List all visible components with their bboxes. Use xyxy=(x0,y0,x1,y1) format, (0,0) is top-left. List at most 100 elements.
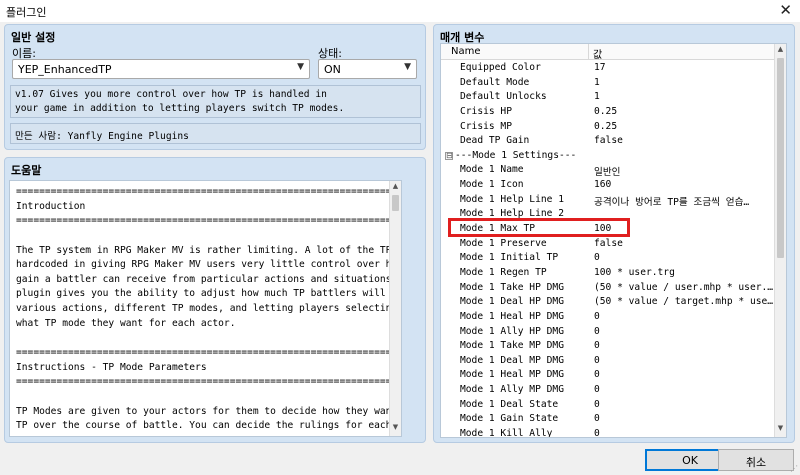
param-value: 0 xyxy=(594,398,600,410)
param-name: Mode 1 Icon xyxy=(460,179,524,191)
param-name: Mode 1 Name xyxy=(460,164,524,176)
param-value: 100 * user.trg xyxy=(594,266,675,278)
param-name: Mode 1 Deal HP DMG xyxy=(460,296,564,308)
param-name: Mode 1 Heal HP DMG xyxy=(460,310,564,322)
parameters-table[interactable]: Name 값 Equipped Color 17 Default Mode 1 Defa… xyxy=(440,43,787,438)
param-name: Dead TP Gain xyxy=(460,135,530,147)
table-row[interactable]: Mode 1 Regen TP 100 * user.trg xyxy=(441,266,776,281)
param-name: Default Unlocks xyxy=(460,91,547,103)
param-value: 공격이나 방어로 TP를 조금씩 얻습… xyxy=(594,196,750,208)
window-title: 플러그인 xyxy=(6,6,47,19)
scroll-up-icon[interactable]: ▲ xyxy=(775,45,786,57)
table-row[interactable]: Dead TP Gain false xyxy=(441,134,776,149)
help-line xyxy=(16,229,391,244)
help-line: ========================================… xyxy=(16,347,402,359)
highlight-box xyxy=(448,218,630,237)
help-line: gain a battler can receive from particul… xyxy=(16,273,402,285)
scroll-thumb[interactable] xyxy=(392,195,399,211)
table-row[interactable]: Mode 1 Initial TP 0 xyxy=(441,251,776,266)
param-name: Mode 1 Deal MP DMG xyxy=(460,354,564,366)
plugin-name-dropdown[interactable]: YEP_EnhancedTP ▼ xyxy=(12,59,310,79)
table-row[interactable]: Mode 1 Deal MP DMG 0 xyxy=(441,354,776,369)
table-row[interactable]: Mode 1 Gain State 0 xyxy=(441,412,776,427)
param-value: false xyxy=(594,135,623,147)
param-name: Mode 1 Deal State xyxy=(460,398,559,410)
param-name: Crisis HP xyxy=(460,105,512,117)
param-name: Mode 1 Preserve xyxy=(460,237,547,249)
table-row[interactable]: Default Unlocks 1 xyxy=(441,90,776,105)
table-row[interactable]: Crisis HP 0.25 xyxy=(441,105,776,120)
table-row[interactable]: Mode 1 Ally HP DMG 0 xyxy=(441,325,776,340)
param-value: 0 xyxy=(594,354,600,366)
param-name: Mode 1 Take HP DMG xyxy=(460,281,564,293)
table-row[interactable]: Mode 1 Deal State 0 xyxy=(441,398,776,413)
param-name: Default Mode xyxy=(460,76,530,88)
table-header: Name 값 xyxy=(441,44,776,61)
collapse-toggle-icon[interactable]: ⊟ xyxy=(445,151,453,160)
param-value: 0 xyxy=(594,340,600,352)
help-line: TP Modes are given to your actors for th… xyxy=(16,405,402,417)
help-line: ========================================… xyxy=(16,215,402,227)
param-value: 1 xyxy=(594,91,600,103)
param-name: Mode 1 Kill Ally xyxy=(460,428,553,438)
help-line xyxy=(16,434,391,436)
chevron-down-icon: ▼ xyxy=(297,62,304,72)
table-row[interactable]: Mode 1 Heal MP DMG 0 xyxy=(441,368,776,383)
help-line: what TP mode they want for each actor. xyxy=(16,317,236,329)
author-text: 만든 사람: Yanfly Engine Plugins xyxy=(15,131,189,142)
param-value: 0.25 xyxy=(594,105,618,117)
scroll-down-icon[interactable]: ▼ xyxy=(390,423,401,435)
help-line: ========================================… xyxy=(16,186,402,197)
param-value: 0.25 xyxy=(594,120,618,132)
help-line: Instructions - TP Mode Parameters xyxy=(16,361,207,373)
param-name: Mode 1 Take MP DMG xyxy=(460,340,564,352)
table-row[interactable]: Mode 1 Take MP DMG 0 xyxy=(441,339,776,354)
description-line-2: your game in addition to letting players… xyxy=(15,103,345,114)
chevron-down-icon: ▼ xyxy=(404,62,411,72)
table-row[interactable]: ⊟ ---Mode 1 Settings--- xyxy=(441,149,776,164)
param-name: ---Mode 1 Settings--- xyxy=(455,149,577,161)
table-row[interactable]: Mode 1 Take HP DMG (50 * value / user.mhp… xyxy=(441,281,776,296)
help-line: hardcoded in giving RPG Maker MV users v… xyxy=(16,259,401,271)
scroll-down-icon[interactable]: ▼ xyxy=(775,424,786,436)
resize-grip-icon[interactable]: ⋰ xyxy=(790,464,798,473)
column-header-value[interactable]: 값 xyxy=(593,46,602,61)
help-line: ========================================… xyxy=(16,376,402,388)
scroll-thumb[interactable] xyxy=(777,58,784,258)
param-value: 160 xyxy=(594,179,612,191)
table-row[interactable]: Mode 1 Deal HP DMG (50 * value / target.m… xyxy=(441,295,776,310)
column-header-name[interactable]: Name xyxy=(451,46,481,57)
table-row[interactable]: Mode 1 Kill Ally 0 xyxy=(441,427,776,438)
table-row[interactable]: Default Mode 1 xyxy=(441,76,776,91)
table-row[interactable]: Mode 1 Name 일반인 xyxy=(441,163,776,178)
param-value: 0 xyxy=(594,325,600,337)
param-value: (50 * value / user.mhp * user.tcr)… xyxy=(594,281,774,293)
table-row[interactable]: Mode 1 Ally MP DMG 0 xyxy=(441,383,776,398)
param-value: 0 xyxy=(594,384,600,396)
table-row[interactable]: Crisis MP 0.25 xyxy=(441,120,776,135)
table-row[interactable]: Mode 1 Help Line 1 공격이나 방어로 TP를 조금씩 얻습… xyxy=(441,193,776,208)
scroll-up-icon[interactable]: ▲ xyxy=(390,182,401,194)
param-name: Mode 1 Regen TP xyxy=(460,266,547,278)
param-value: false xyxy=(594,237,623,249)
general-settings-panel: 일반 설정 이름: 상태: YEP_EnhancedTP ▼ ON ▼ v1.0… xyxy=(4,24,426,150)
column-divider[interactable] xyxy=(588,44,589,60)
param-value: 1 xyxy=(594,76,600,88)
table-row[interactable]: Mode 1 Preserve false xyxy=(441,237,776,252)
author-box: 만든 사람: Yanfly Engine Plugins xyxy=(10,123,421,144)
help-scrollbar[interactable]: ▲ ▼ xyxy=(389,181,401,436)
param-value: 0 xyxy=(594,413,600,425)
param-name: Mode 1 Ally HP DMG xyxy=(460,325,564,337)
table-row[interactable]: Mode 1 Heal HP DMG 0 xyxy=(441,310,776,325)
param-name: Equipped Color xyxy=(460,62,541,73)
cancel-button[interactable]: 취소 xyxy=(718,449,794,471)
parameters-scrollbar[interactable]: ▲ ▼ xyxy=(774,44,786,437)
help-text-area[interactable]: ========================================… xyxy=(9,180,402,437)
description-line-1: v1.07 Gives you more control over how TP… xyxy=(15,89,327,100)
general-settings-title: 일반 설정 xyxy=(11,31,56,44)
table-row[interactable]: Mode 1 Icon 160 xyxy=(441,178,776,193)
param-value: 0 xyxy=(594,428,600,438)
close-icon[interactable]: ✕ xyxy=(779,1,792,19)
status-dropdown[interactable]: ON ▼ xyxy=(318,59,417,79)
table-row[interactable]: Equipped Color 17 xyxy=(441,61,776,76)
